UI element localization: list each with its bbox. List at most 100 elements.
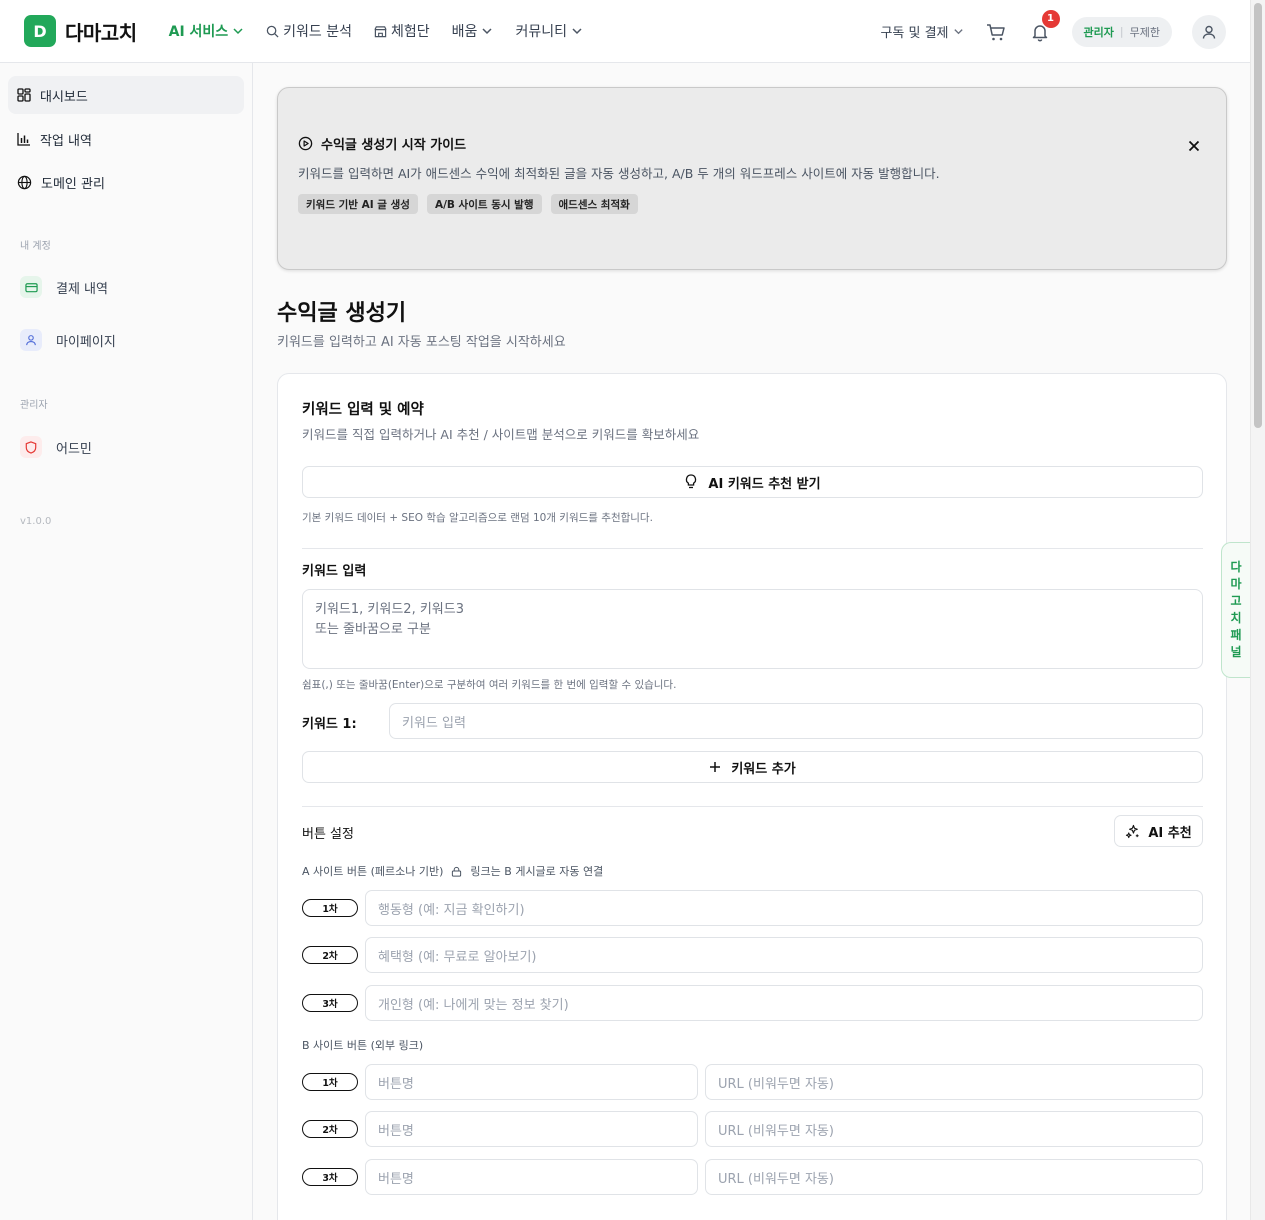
ai-keyword-recommend-button[interactable]: AI 키워드 추천 받기 [302,466,1203,498]
shield-icon-wrapper [20,436,42,458]
sidebar: 대시보드 작업 내역 도메인 관리 내 계정 결제 내역 마이페이지 관리자 어… [0,63,253,1220]
plan-label: 무제한 [1129,25,1160,39]
a-button-1-tag: 1차 [302,899,358,917]
chevron-down-icon [953,29,963,35]
notification-badge: 1 [1041,9,1060,28]
scrollbar-thumb[interactable] [1254,3,1262,428]
b-button-3-tag: 3차 [302,1168,358,1186]
guide-title-text: 수익글 생성기 시작 가이드 [321,138,467,153]
main-nav: AI 서비스 키워드 분석 체험단 배움 커뮤니티 [169,21,583,41]
ai-recommend-button[interactable]: AI 추천 [1114,815,1203,847]
nav-community[interactable]: 커뮤니티 [515,21,583,41]
sidebar-section-account: 내 계정 [20,241,51,252]
keyword-input-label: 키워드 입력 [302,564,367,579]
cart-icon [986,23,1005,40]
nav-keyword-analysis[interactable]: 키워드 분석 [266,21,352,41]
role-pill[interactable]: 관리자 | 무제한 [1071,16,1172,47]
guide-close-button[interactable] [1188,136,1200,157]
logo-text: 다마고치 [65,20,137,45]
b-button-1-tag: 1차 [302,1073,358,1091]
sidebar-section-admin: 관리자 [20,400,48,411]
card-title: 키워드 입력 및 예약 [302,402,424,418]
add-keyword-button[interactable]: 키워드 추가 [302,751,1203,783]
bar-chart-icon [17,133,30,146]
start-guide-banner: 수익글 생성기 시작 가이드 키워드를 입력하면 AI가 애드센스 수익에 최적… [277,87,1227,270]
b-button-2-name-input[interactable]: 버튼명 [365,1111,698,1147]
divider [302,806,1203,807]
nav-ai-services[interactable]: AI 서비스 [169,21,245,41]
nav-label: AI 서비스 [168,24,229,40]
user-icon [26,335,36,346]
a-button-1-input[interactable]: 행동형 (예: 지금 확인하기) [365,890,1203,926]
guide-title: 수익글 생성기 시작 가이드 [298,134,466,153]
keyword-1-input[interactable]: 키워드 입력 [389,703,1203,739]
logo-mark: D [24,15,56,47]
keyword-1-label: 키워드 1: [302,717,357,732]
sparkles-icon [1126,824,1139,838]
a-button-2-input[interactable]: 혜택형 (예: 무료로 알아보기) [365,937,1203,973]
sidebar-item-label: 도메인 관리 [41,176,105,192]
b-button-3-name-input[interactable]: 버튼명 [365,1159,698,1195]
nav-label: 키워드 분석 [283,24,353,40]
a-site-lock-note: 링크는 B 게시글로 자동 연결 [470,865,604,878]
b-site-buttons-label: B 사이트 버튼 (외부 링크) [302,1039,424,1052]
panel-char: 패 [1230,628,1242,642]
subscription-menu[interactable]: 구독 및 결제 [880,22,963,41]
sidebar-item-label: 대시보드 [40,89,88,105]
lightbulb-icon [686,474,697,489]
guide-chips: 키워드 기반 AI 글 생성 A/B 사이트 동시 발행 애드센스 최적화 [298,194,638,214]
cart-button[interactable] [984,20,1008,44]
b-button-1-url-input[interactable]: URL (비워두면 자동) [705,1064,1203,1100]
ai-recommend-hint: 기본 키워드 데이터 + SEO 학습 알고리즘으로 랜덤 10개 키워드를 추… [302,512,653,524]
button-settings-title: 버튼 설정 [302,827,354,842]
subscription-label: 구독 및 결제 [880,26,949,41]
button-label: AI 추천 [1148,825,1192,841]
sidebar-item-mypage[interactable]: 마이페이지 [20,329,116,351]
damagochi-panel-tab[interactable]: 다 마 고 치 패 널 [1221,542,1250,678]
panel-char: 치 [1230,611,1242,625]
sidebar-item-label: 마이페이지 [56,334,116,350]
user-icon-wrapper [20,329,42,351]
notification-button[interactable]: 1 [1028,9,1060,44]
logo[interactable]: D 다마고치 [24,15,137,47]
store-icon [374,25,387,37]
nav-experience-group[interactable]: 체험단 [374,21,430,41]
a-site-label-text: A 사이트 버튼 (페르소나 기반) [302,865,444,878]
card-icon [24,282,38,292]
plus-icon [710,762,721,772]
top-navigation-bar: D 다마고치 AI 서비스 키워드 분석 체험단 배움 커뮤니티 구독 및 결제 [0,0,1250,63]
page-subtitle: 키워드를 입력하고 AI 자동 포스팅 작업을 시작하세요 [277,335,566,350]
search-icon [266,25,279,38]
b-button-1-name-input[interactable]: 버튼명 [365,1064,698,1100]
guide-description: 키워드를 입력하면 AI가 애드센스 수익에 최적화된 글을 자동 생성하고, … [298,166,940,181]
b-button-2-tag: 2차 [302,1120,358,1138]
guide-chip: A/B 사이트 동시 발행 [426,194,542,214]
sidebar-item-admin[interactable]: 어드민 [20,436,92,458]
a-button-3-input[interactable]: 개인형 (예: 나에게 맞는 정보 찾기) [365,985,1203,1021]
globe-icon [17,175,32,189]
nav-learning[interactable]: 배움 [452,21,494,41]
guide-chip: 키워드 기반 AI 글 생성 [298,194,418,214]
panel-char: 마 [1230,577,1242,591]
keyword-textarea[interactable]: 키워드1, 키워드2, 키워드3 또는 줄바꿈으로 구분 [302,589,1203,669]
button-label: 키워드 추가 [731,761,796,777]
sidebar-item-job-history[interactable]: 작업 내역 [8,120,244,158]
page-title: 수익글 생성기 [277,301,407,326]
sidebar-item-payment-history[interactable]: 결제 내역 [20,276,108,298]
b-button-2-url-input[interactable]: URL (비워두면 자동) [705,1111,1203,1147]
b-button-3-url-input[interactable]: URL (비워두면 자동) [705,1159,1203,1195]
chevron-down-icon [233,28,243,35]
a-site-buttons-label: A 사이트 버튼 (페르소나 기반) 링크는 B 게시글로 자동 연결 [302,863,603,879]
sidebar-item-label: 결제 내역 [56,281,108,297]
keyword-card: 키워드 입력 및 예약 키워드를 직접 입력하거나 AI 추천 / 사이트맵 분… [277,373,1227,1220]
sidebar-item-label: 어드민 [56,441,92,457]
page-scrollbar[interactable] [1250,0,1265,1220]
sidebar-item-domain-management[interactable]: 도메인 관리 [8,163,244,201]
a-button-2-tag: 2차 [302,946,358,964]
sidebar-item-label: 작업 내역 [40,133,92,149]
header-right: 구독 및 결제 1 관리자 | 무제한 [880,0,1226,63]
play-circle-icon [298,136,313,151]
sidebar-item-dashboard[interactable]: 대시보드 [8,76,244,114]
avatar[interactable] [1192,14,1226,49]
panel-char: 고 [1230,594,1242,608]
